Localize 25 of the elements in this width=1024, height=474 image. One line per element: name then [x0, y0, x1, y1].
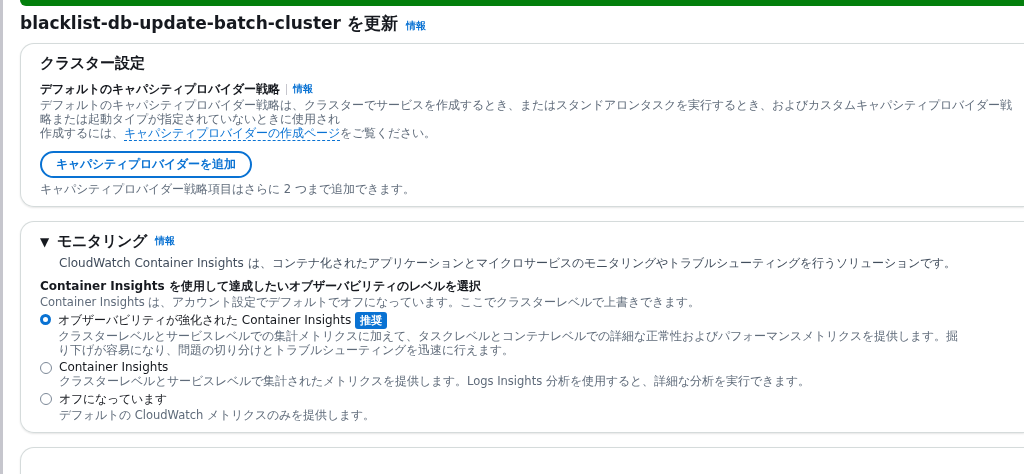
- add-capacity-provider-button[interactable]: キャパシティプロバイダーを追加: [40, 151, 252, 178]
- info-link[interactable]: 情報: [155, 235, 176, 248]
- field-label: Container Insights を使用して達成したいオブザーバビリティのレベルを選択: [40, 278, 482, 295]
- field-label: デフォルトのキャパシティプロバイダー戦略: [40, 81, 280, 98]
- option-label: オブザーバビリティが強化された Container Insights: [58, 312, 352, 329]
- option-label: オフになっています: [59, 391, 167, 408]
- option-description: デフォルトの CloudWatch メトリクスのみを提供します。: [59, 408, 375, 422]
- hint-text: キャパシティプロバイダー戦略項目はさらに 2 つまで追加できます。: [40, 182, 416, 196]
- page-title: blacklist-db-update-batch-cluster を更新: [20, 12, 398, 35]
- description-text: CloudWatch Container Insights は、コンテナ化されたアプリケーションとマイクロサービスのモニタリングやトラブルシューティングを行うソリューションです。: [59, 255, 957, 272]
- description-text: 作成するには、: [40, 126, 124, 141]
- option-description: クラスターレベルとサービスレベルでの集計メトリクスに加えて、タスクレベルとコンテナレベルでの詳細な正常性およびパフォーマンスメトリクスを提供します。掘り下げが容易になり、問題の切り分けとトラブルシューティングを迅速に行えます。: [58, 329, 958, 357]
- section-heading: クラスター設定: [40, 54, 146, 73]
- option-description: クラスターレベルとサービスレベルで集計されたメトリクスを提供します。Logs Insights 分析を使用すると、詳細な分析を実行できます。: [59, 374, 810, 388]
- option-label: Container Insights: [59, 360, 169, 374]
- expand-toggle[interactable]: ▼: [40, 234, 50, 249]
- radio-button[interactable]: [40, 314, 51, 325]
- description-text: デフォルトのキャパシティプロバイダー戦略は、クラスターでサービスを作成するとき、またはスタンドアロンタスクを実行するとき、およびカスタムキャパシティプロバイダー戦略または起動タイプが指定されていないときに使用され: [40, 98, 1013, 126]
- create-page-link[interactable]: キャパシティプロバイダーの作成ページ: [124, 126, 340, 141]
- section-heading: モニタリング: [57, 232, 148, 251]
- description-text: をご覧ください。: [340, 126, 436, 141]
- info-link[interactable]: 情報: [405, 20, 426, 33]
- recommended-badge: 推奨: [355, 312, 388, 329]
- info-link[interactable]: 情報: [293, 83, 313, 96]
- hint-text: Container Insights は、アカウント設定でデフォルトでオフになっています。ここでクラスターレベルで上書きできます。: [40, 295, 702, 309]
